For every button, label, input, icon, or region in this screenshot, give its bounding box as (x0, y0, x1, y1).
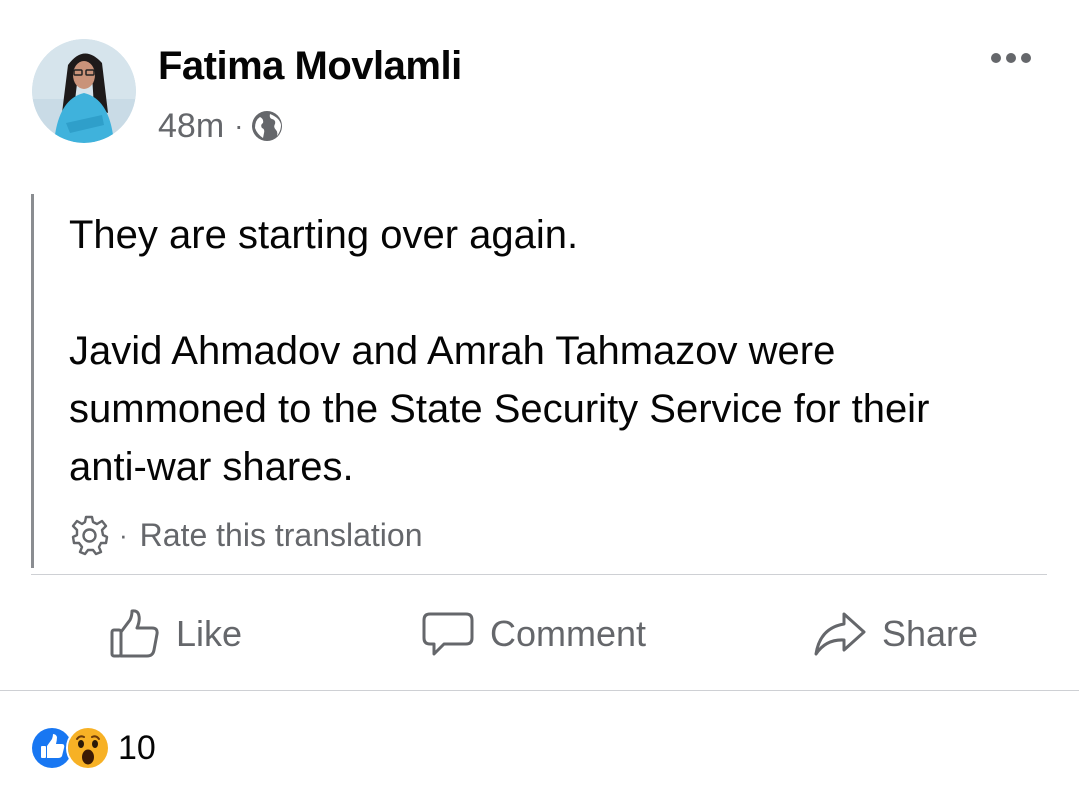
gear-icon[interactable] (67, 513, 111, 557)
reactions-summary[interactable]: 10 (30, 725, 156, 771)
more-options-button[interactable] (983, 40, 1039, 76)
meta-separator: · (234, 110, 244, 141)
post-text: They are starting over again. Javid Ahma… (69, 206, 989, 496)
author-name[interactable]: Fatima Movlamli (158, 42, 462, 90)
post-paragraph: They are starting over again. (69, 213, 579, 257)
translation-footer: · Rate this translation (67, 514, 422, 556)
share-button[interactable]: Share (812, 600, 978, 668)
author-avatar[interactable] (32, 39, 136, 143)
like-button[interactable]: Like (106, 600, 242, 668)
translated-post-body: They are starting over again. Javid Ahma… (31, 194, 1034, 568)
post-meta: 48m · (158, 104, 283, 148)
footer-separator: · (119, 519, 128, 550)
globe-icon (251, 110, 283, 142)
post-timestamp[interactable]: 48m (158, 107, 224, 146)
share-label: Share (882, 613, 979, 654)
wow-reaction-icon (66, 726, 110, 770)
divider (31, 574, 1047, 575)
post-action-bar: Like Comment Share (0, 600, 1079, 668)
rate-translation-link[interactable]: Rate this translation (140, 517, 423, 554)
more-horizontal-icon (991, 53, 1001, 63)
comment-bubble-icon (422, 612, 474, 656)
reaction-count: 10 (118, 728, 156, 767)
avatar-image (32, 39, 136, 143)
share-arrow-icon (814, 612, 866, 656)
post-paragraph: Javid Ahmadov and Amrah Tahmazov were su… (69, 329, 930, 489)
comment-label: Comment (490, 613, 647, 654)
comment-button[interactable]: Comment (420, 600, 646, 668)
thumbs-up-icon (110, 609, 159, 658)
like-label: Like (176, 613, 243, 654)
divider (0, 690, 1079, 691)
